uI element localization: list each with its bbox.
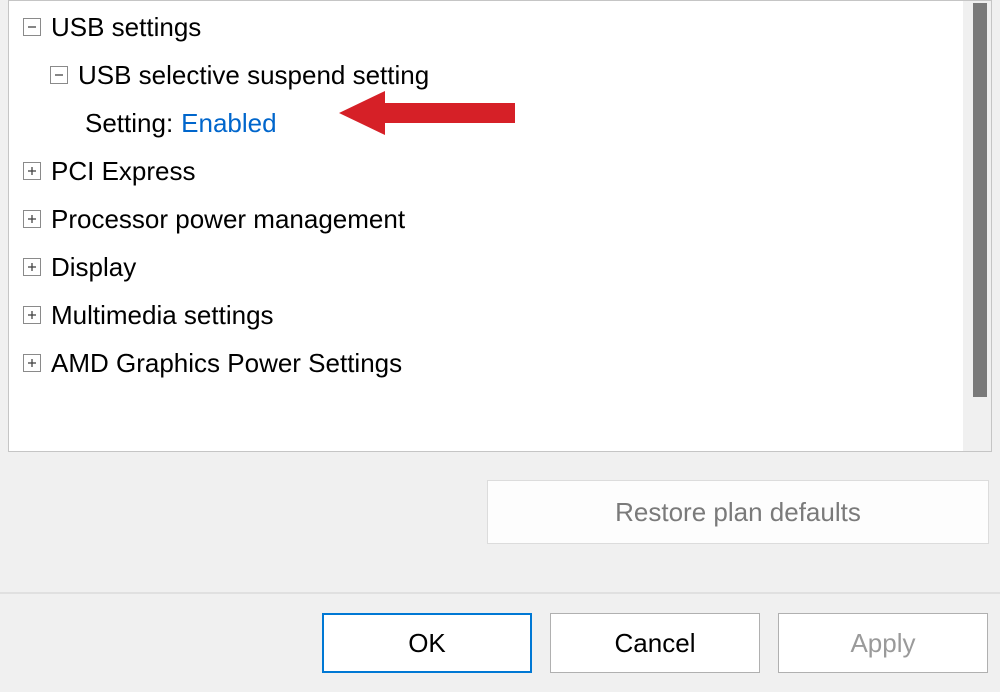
tree-label: Multimedia settings xyxy=(51,291,274,339)
expand-icon[interactable] xyxy=(23,210,41,228)
tree-item-processor-power[interactable]: Processor power management xyxy=(23,195,989,243)
tree-item-setting-value[interactable]: Setting: Enabled xyxy=(85,99,989,147)
expand-icon[interactable] xyxy=(23,162,41,180)
collapse-icon[interactable] xyxy=(50,66,68,84)
tree-label: USB selective suspend setting xyxy=(78,51,429,99)
tree-label: PCI Express xyxy=(51,147,196,195)
tree-label: USB settings xyxy=(51,3,201,51)
settings-tree-panel: USB settings USB selective suspend setti… xyxy=(8,0,992,452)
scrollbar-track[interactable] xyxy=(963,1,991,451)
dialog-button-bar: OK Cancel Apply xyxy=(0,592,1000,692)
tree-label: Display xyxy=(51,243,136,291)
tree-item-multimedia[interactable]: Multimedia settings xyxy=(23,291,989,339)
cancel-button[interactable]: Cancel xyxy=(550,613,760,673)
setting-label: Setting: xyxy=(85,99,173,147)
restore-defaults-button[interactable]: Restore plan defaults xyxy=(487,480,989,544)
tree-label: AMD Graphics Power Settings xyxy=(51,339,402,387)
expand-icon[interactable] xyxy=(23,354,41,372)
expand-icon[interactable] xyxy=(23,306,41,324)
tree-item-usb-selective-suspend[interactable]: USB selective suspend setting xyxy=(50,51,989,99)
ok-button[interactable]: OK xyxy=(322,613,532,673)
tree-content: USB settings USB selective suspend setti… xyxy=(9,1,991,389)
tree-item-pci-express[interactable]: PCI Express xyxy=(23,147,989,195)
setting-value-link[interactable]: Enabled xyxy=(181,99,276,147)
apply-button[interactable]: Apply xyxy=(778,613,988,673)
tree-item-amd-graphics[interactable]: AMD Graphics Power Settings xyxy=(23,339,989,387)
collapse-icon[interactable] xyxy=(23,18,41,36)
tree-item-display[interactable]: Display xyxy=(23,243,989,291)
tree-label: Processor power management xyxy=(51,195,405,243)
scrollbar-thumb[interactable] xyxy=(973,3,987,397)
tree-item-usb-settings[interactable]: USB settings xyxy=(23,3,989,51)
expand-icon[interactable] xyxy=(23,258,41,276)
